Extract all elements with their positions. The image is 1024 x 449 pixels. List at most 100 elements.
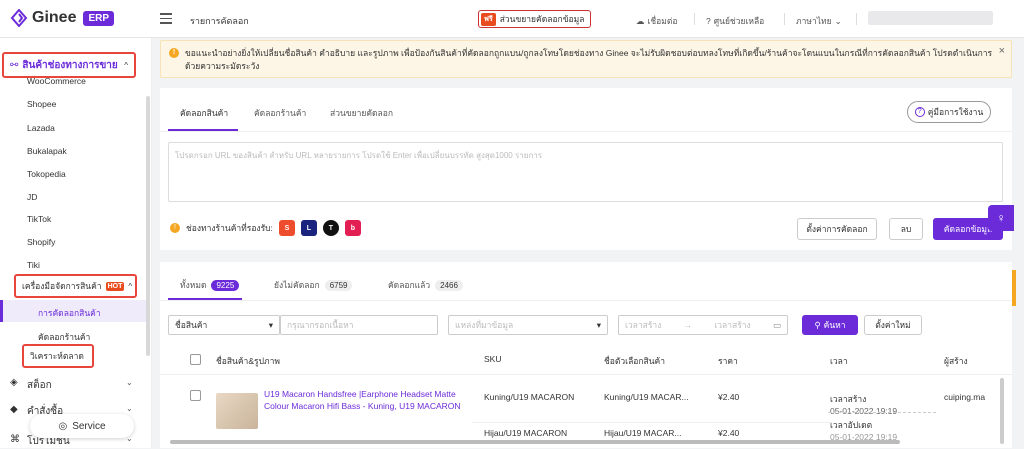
filter-field-select[interactable]: ชื่อสินค้า ▾ bbox=[168, 315, 280, 335]
search-icon: ⚲ bbox=[814, 319, 821, 330]
headset-icon: ◎ bbox=[58, 420, 68, 432]
filter-field-value: ชื่อสินค้า bbox=[175, 320, 208, 330]
search-placeholder: กรุณากรอกเนื้อหา bbox=[287, 320, 354, 330]
cloud-icon: ☁ bbox=[636, 15, 645, 26]
price-cell: ¥2.40 bbox=[718, 428, 740, 438]
sitemap-icon: ⚯ bbox=[10, 59, 19, 71]
sidebar-item-woocommerce[interactable]: WooCommerce bbox=[27, 76, 86, 86]
sidebar-item-tiki[interactable]: Tiki bbox=[27, 260, 40, 270]
sidebar-item-copy-store[interactable]: คัดลอกร้านค้า bbox=[38, 330, 90, 344]
menu-toggle-icon[interactable] bbox=[160, 13, 172, 24]
row-divider bbox=[472, 422, 832, 423]
promo-label: ส่วนขยายคัดลอกข้อมูล bbox=[499, 14, 585, 24]
variant-cell: Hijau/U19 MACAR... bbox=[604, 428, 682, 438]
tab-copy-store[interactable]: คัดลอกร้านค้า bbox=[254, 106, 306, 120]
logo[interactable]: Ginee ERP bbox=[10, 9, 115, 27]
connect-label: เชื่อมต่อ bbox=[647, 16, 678, 26]
tab-divider bbox=[160, 300, 1012, 301]
chevron-down-icon: ⌄ bbox=[126, 378, 133, 387]
data-source-select[interactable]: แหล่งที่มาข้อมูล ▾ bbox=[448, 315, 608, 335]
date-to: เวลาสร้าง bbox=[714, 320, 751, 330]
tag-icon: ⌘ bbox=[10, 434, 20, 445]
extension-promo-button[interactable]: ฟรี ส่วนขยายคัดลอกข้อมูล bbox=[478, 10, 592, 28]
chevron-up-icon: ^ bbox=[128, 281, 133, 291]
supported-channels-label: ช่องทางร้านค้าที่รองรับ: bbox=[186, 223, 273, 233]
sidebar-item-jd[interactable]: JD bbox=[27, 192, 37, 202]
select-all-checkbox[interactable] bbox=[190, 354, 201, 365]
chevron-up-icon: ^ bbox=[124, 60, 128, 70]
connect-link[interactable]: ☁ เชื่อมต่อ bbox=[636, 14, 678, 28]
tip-bulb-icon[interactable]: ♀ bbox=[988, 205, 1014, 231]
user-guide-button[interactable]: ? คู่มือการใช้งาน bbox=[907, 101, 991, 123]
logo-text: Ginee bbox=[32, 9, 77, 26]
question-icon: ? bbox=[914, 107, 925, 117]
product-name-link[interactable]: U19 Macaron Handsfree |Earphone Headset … bbox=[264, 388, 464, 412]
column-header: เวลา bbox=[830, 356, 848, 366]
sidebar-scrollbar[interactable] bbox=[146, 96, 150, 356]
row-divider bbox=[828, 412, 936, 413]
column-header: SKU bbox=[484, 354, 502, 364]
tab-label: ทั้งหมด bbox=[180, 280, 207, 290]
tab-all[interactable]: ทั้งหมด 9225 bbox=[180, 278, 240, 292]
date-range-picker[interactable]: เวลาสร้าง → เวลาสร้าง ▭ bbox=[618, 315, 788, 335]
caret-down-icon: ▾ bbox=[596, 319, 601, 330]
language-select[interactable]: ภาษาไทย ⌄ bbox=[796, 14, 842, 28]
row-checkbox[interactable] bbox=[190, 390, 201, 401]
table-vertical-scrollbar[interactable] bbox=[1000, 378, 1004, 444]
sidebar-item-lazada[interactable]: Lazada bbox=[27, 123, 55, 133]
sidebar-item-stock[interactable]: สต็อก bbox=[27, 378, 52, 393]
sidebar-item-shopify[interactable]: Shopify bbox=[27, 237, 55, 247]
sidebar-item-tokopedia[interactable]: Tokopedia bbox=[27, 169, 66, 179]
bukalapak-icon: b bbox=[344, 220, 361, 236]
product-list-card: ทั้งหมด 9225 ยังไม่คัดลอก 6759 คัดลอกแล้… bbox=[160, 262, 1012, 448]
reset-button[interactable]: ตั้งค่าใหม่ bbox=[864, 315, 922, 335]
copy-settings-button[interactable]: ตั้งค่าการคัดลอก bbox=[797, 218, 877, 240]
column-header: ชื่อสินค้า&รูปภาพ bbox=[216, 356, 280, 366]
sidebar-group-channel-products[interactable]: ⚯ สินค้าช่องทางการขาย ^ bbox=[2, 52, 136, 78]
chevron-down-icon: ⌄ bbox=[834, 15, 842, 26]
sidebar-item-tiktok[interactable]: TikTok bbox=[27, 214, 51, 224]
info-icon: ! bbox=[170, 223, 180, 233]
column-header: ราคา bbox=[718, 356, 738, 366]
url-input[interactable]: โปรดกรอก URL ของสินค้า สำหรับ URL หลายรา… bbox=[168, 142, 1003, 202]
header-divider bbox=[160, 374, 1012, 375]
created-label: เวลาสร้าง bbox=[830, 394, 867, 404]
price-cell: ¥2.40 bbox=[718, 392, 740, 402]
sidebar-item-market-analysis[interactable]: วิเคราะห์ตลาด bbox=[22, 344, 94, 368]
lazada-icon: L bbox=[300, 220, 317, 236]
table-horizontal-scrollbar[interactable] bbox=[170, 440, 900, 444]
sidebar-item-bukalapak[interactable]: Bukalapak bbox=[27, 146, 67, 156]
sidebar-item-label: การคัดลอกสินค้า bbox=[38, 308, 101, 318]
search-button[interactable]: ⚲ ค้นหา bbox=[802, 315, 858, 335]
calendar-icon: ▭ bbox=[772, 319, 781, 330]
service-label: Service bbox=[72, 420, 106, 432]
sidebar-group-product-tools[interactable]: เครื่องมือจัดการสินค้า HOT ^ bbox=[14, 274, 137, 298]
help-label: ศูนย์ช่วยเหลือ bbox=[713, 16, 765, 26]
tab-label: ยังไม่คัดลอก bbox=[274, 280, 320, 290]
tokopedia-icon: T bbox=[322, 220, 339, 236]
date-from: เวลาสร้าง bbox=[625, 320, 662, 330]
sidebar-item-shopee[interactable]: Shopee bbox=[27, 99, 56, 109]
delete-button[interactable]: ลบ bbox=[889, 218, 923, 240]
sidebar-item-copy-products[interactable]: การคัดลอกสินค้า bbox=[0, 300, 146, 322]
column-header: ผู้สร้าง bbox=[944, 356, 968, 366]
warning-icon: ! bbox=[169, 48, 179, 58]
free-badge: ฟรี bbox=[481, 12, 496, 26]
tab-not-copied[interactable]: ยังไม่คัดลอก 6759 bbox=[274, 278, 353, 292]
divider bbox=[694, 13, 695, 25]
supported-channels: ! ช่องทางร้านค้าที่รองรับ: S L T b bbox=[170, 220, 361, 236]
tab-copied[interactable]: คัดลอกแล้ว 2466 bbox=[388, 278, 463, 292]
account-menu[interactable] bbox=[868, 11, 993, 25]
search-input[interactable]: กรุณากรอกเนื้อหา bbox=[280, 315, 438, 335]
help-center-link[interactable]: ? ศูนย์ช่วยเหลือ bbox=[706, 14, 764, 28]
tab-label: คัดลอกแล้ว bbox=[388, 280, 431, 290]
tab-copy-products[interactable]: คัดลอกสินค้า bbox=[180, 106, 228, 120]
updated-label: เวลาอัปเดต bbox=[830, 420, 873, 430]
service-button[interactable]: ◎ Service bbox=[30, 414, 134, 438]
shopee-icon: S bbox=[278, 220, 295, 236]
ginee-logo-icon bbox=[10, 9, 28, 27]
erp-badge: ERP bbox=[83, 10, 115, 26]
close-icon[interactable]: × bbox=[999, 45, 1005, 57]
chevron-down-icon: ⌄ bbox=[126, 404, 133, 413]
tab-copy-extension[interactable]: ส่วนขยายคัดลอก bbox=[330, 106, 393, 120]
